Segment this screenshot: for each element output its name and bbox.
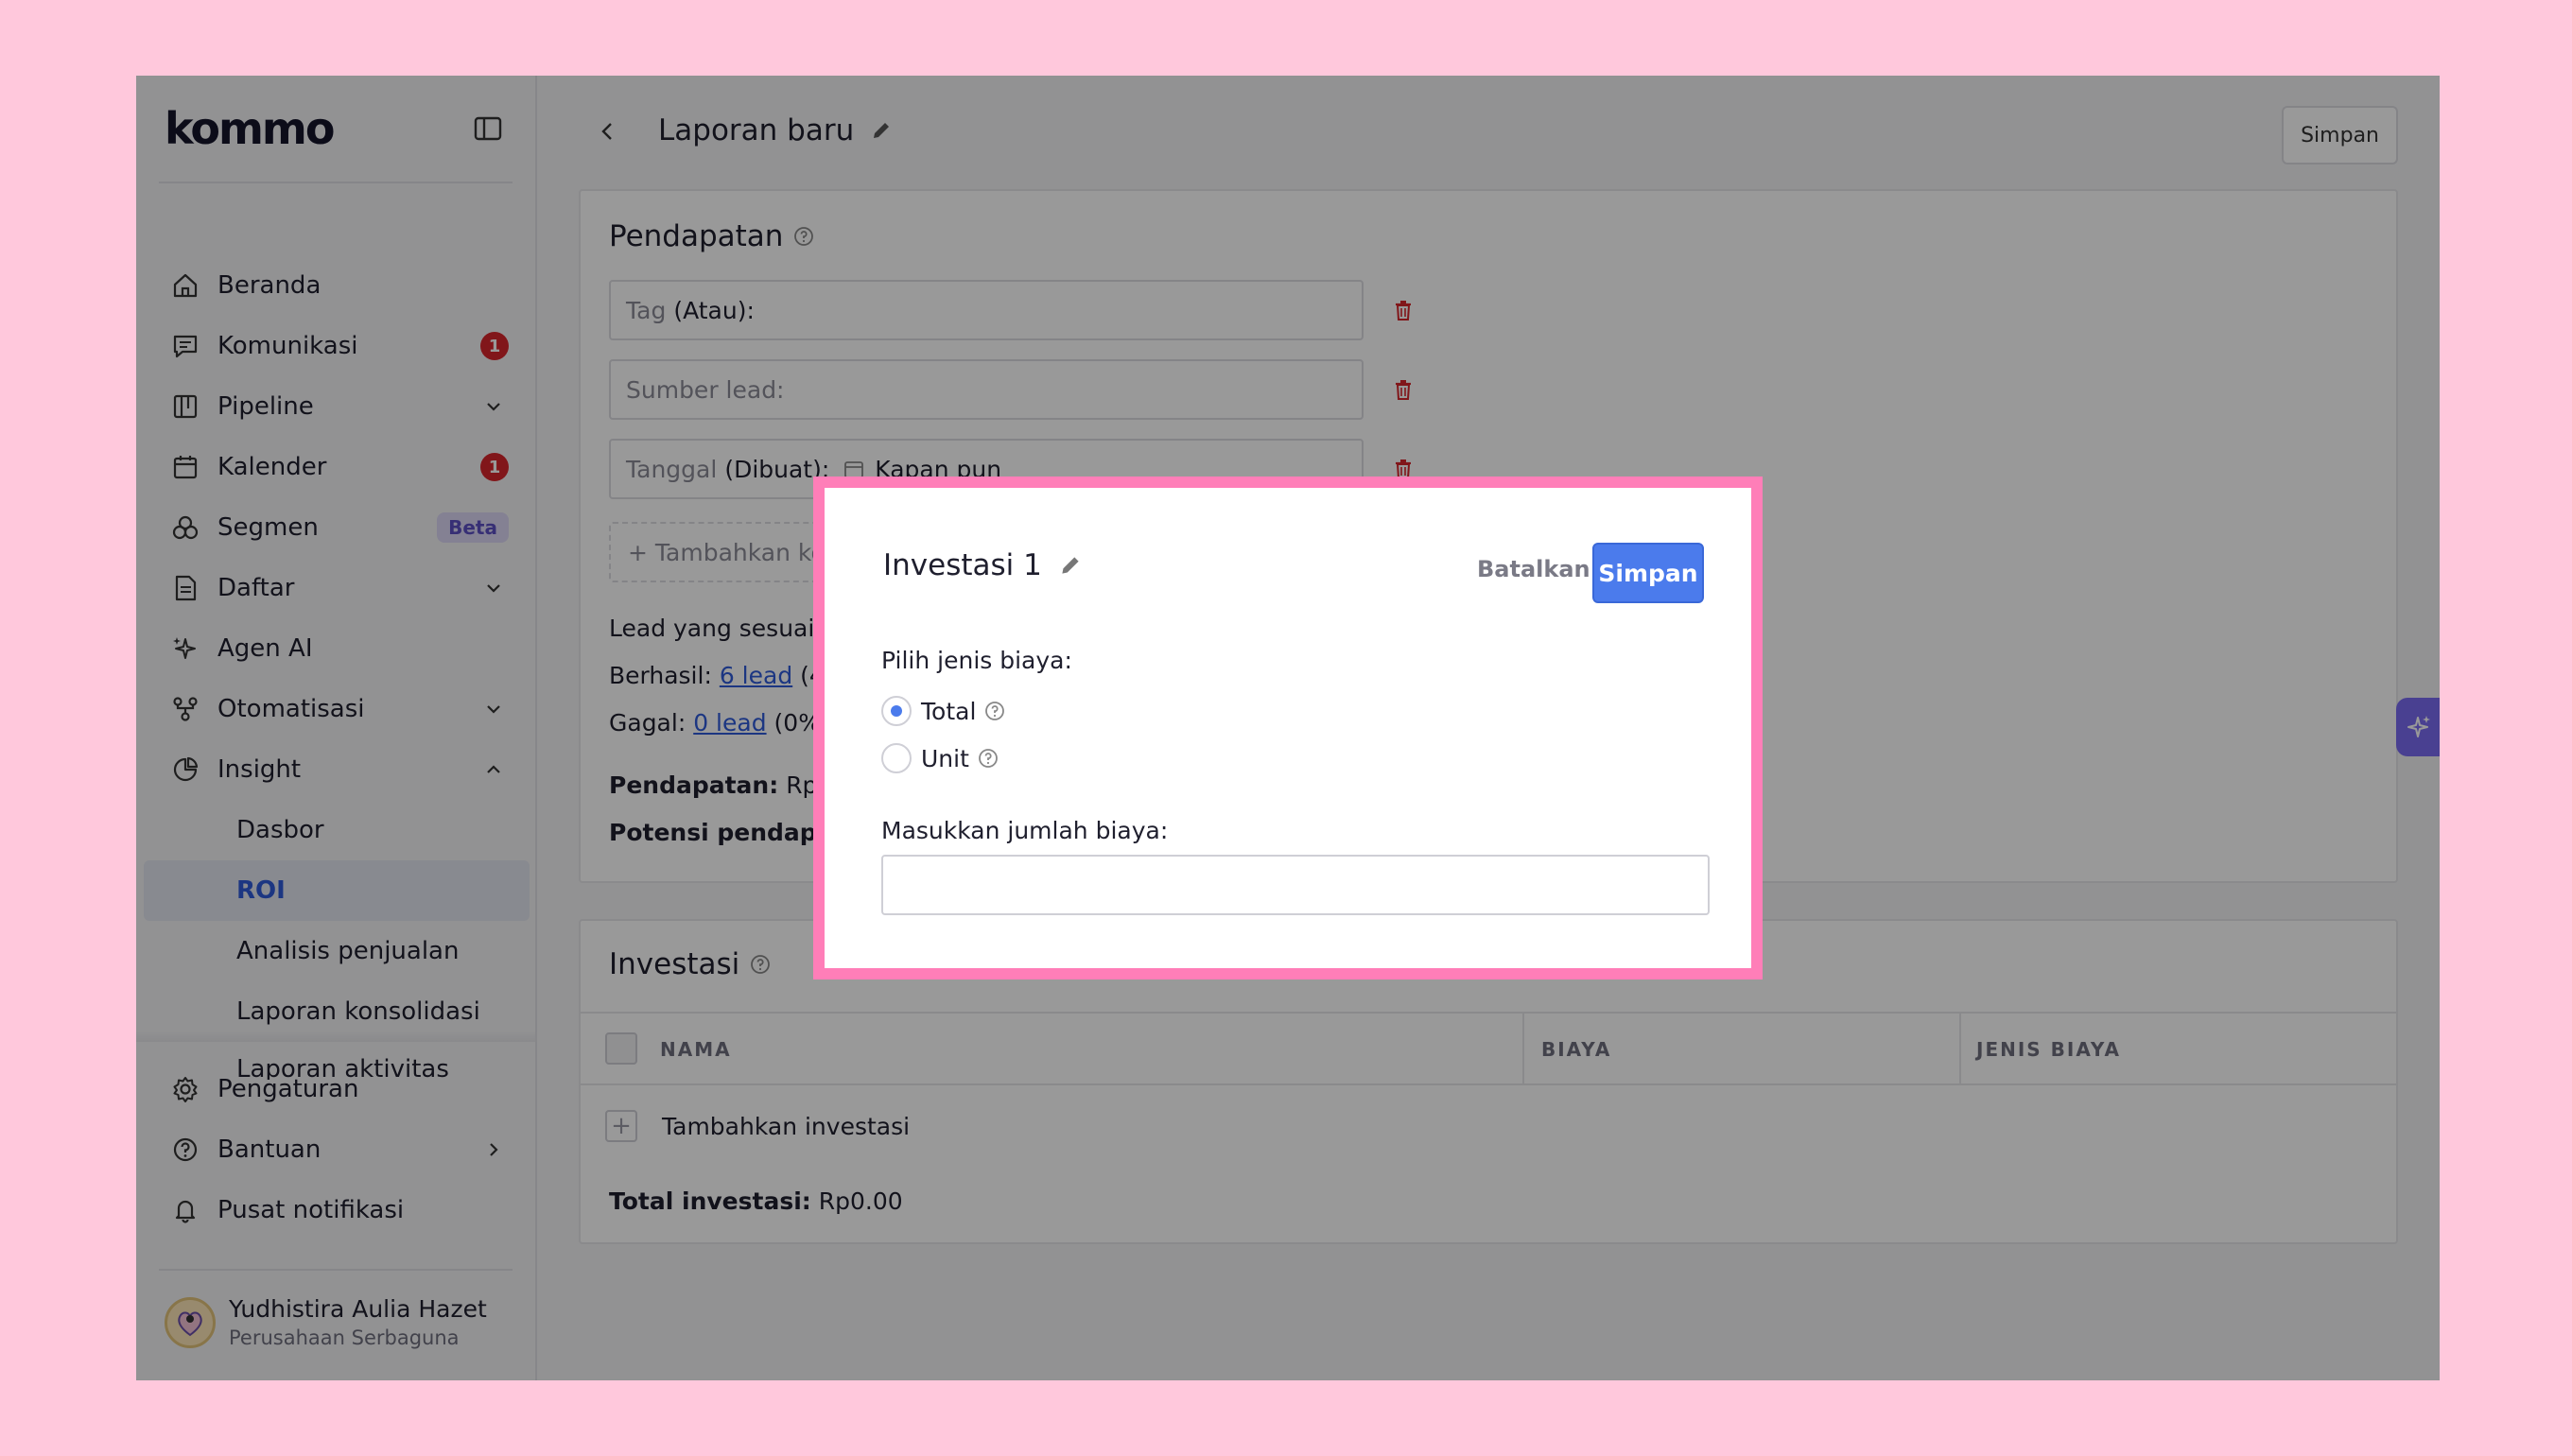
cost-type-label: Pilih jenis biaya: [881, 647, 1072, 674]
radio-unit[interactable]: Unit [881, 743, 999, 773]
modal-highlight-frame: Investasi 1 Batalkan Simpan Pilih jenis … [813, 477, 1763, 979]
modal-title: Investasi 1 [883, 548, 1084, 582]
cancel-button[interactable]: Batalkan [1477, 556, 1590, 582]
radio-label: Unit [921, 744, 969, 772]
help-icon[interactable] [983, 700, 1006, 722]
investment-modal: Investasi 1 Batalkan Simpan Pilih jenis … [825, 488, 1751, 968]
radio-button[interactable] [881, 743, 912, 773]
modal-title-text: Investasi 1 [883, 548, 1042, 582]
radio-total[interactable]: Total [881, 696, 1006, 726]
radio-button[interactable] [881, 696, 912, 726]
radio-label: Total [921, 697, 977, 725]
amount-label: Masukkan jumlah biaya: [881, 817, 1169, 844]
amount-input[interactable] [881, 855, 1710, 915]
help-icon[interactable] [977, 747, 999, 770]
pencil-icon[interactable] [1057, 552, 1084, 579]
save-button[interactable]: Simpan [1592, 543, 1704, 603]
